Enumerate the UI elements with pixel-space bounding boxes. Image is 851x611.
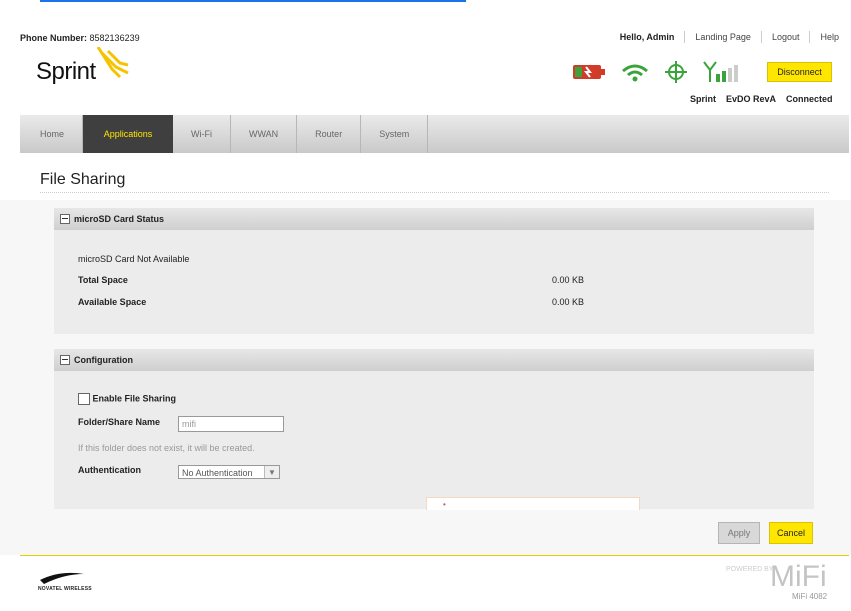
folder-help-text: If this folder does not exist, it will b… xyxy=(78,443,255,453)
greeting: Hello, Admin xyxy=(619,32,675,42)
collapse-icon[interactable] xyxy=(60,214,70,224)
title-divider xyxy=(40,192,829,193)
configuration-panel: Configuration Enable File Sharing Folder… xyxy=(54,349,814,509)
landing-page-link[interactable]: Landing Page xyxy=(684,31,761,43)
top-links: Hello, Admin Landing Page Logout Help xyxy=(610,31,849,43)
main-nav: Home Applications Wi-Fi WWAN Router Syst… xyxy=(20,115,849,153)
available-space-value: 0.00 KB xyxy=(552,297,585,307)
signal-strength-icon xyxy=(703,61,738,82)
sd-status-title: microSD Card Status xyxy=(74,214,165,224)
tab-router[interactable]: Router xyxy=(297,115,362,153)
sd-status-message: microSD Card Not Available xyxy=(78,254,190,264)
collapse-icon[interactable] xyxy=(60,355,70,365)
novatel-brand: NOVATEL WIRELESS xyxy=(38,586,92,592)
enable-file-sharing-checkbox[interactable] xyxy=(78,393,90,405)
page-title: File Sharing xyxy=(40,171,126,188)
configuration-title: Configuration xyxy=(74,355,133,365)
folder-name-input[interactable]: mifi xyxy=(178,416,284,432)
enable-file-sharing-row: Enable File Sharing xyxy=(78,393,176,405)
cancel-button[interactable]: Cancel xyxy=(769,522,813,544)
notice-box: • xyxy=(426,497,640,510)
enable-file-sharing-label: Enable File Sharing xyxy=(92,393,177,404)
logout-link[interactable]: Logout xyxy=(760,31,810,43)
total-space-label: Total Space xyxy=(78,275,128,285)
tab-system[interactable]: System xyxy=(361,115,429,153)
apply-button[interactable]: Apply xyxy=(718,522,760,544)
gps-icon xyxy=(665,61,687,83)
footer-divider xyxy=(20,555,849,556)
network-type: EvDO RevA xyxy=(726,94,777,104)
disconnect-button[interactable]: Disconnect xyxy=(767,62,832,82)
connection-state: Connected xyxy=(786,94,833,104)
total-space-value: 0.00 KB xyxy=(552,275,585,285)
help-link[interactable]: Help xyxy=(809,31,849,43)
top-accent-line xyxy=(40,0,466,2)
mifi-logo: MiFi xyxy=(770,560,827,593)
mifi-model: MiFi 4082 xyxy=(792,592,828,601)
authentication-value: No Authentication xyxy=(182,468,253,478)
authentication-select[interactable]: No Authentication ▼ xyxy=(178,465,280,479)
tab-home[interactable]: Home xyxy=(20,115,83,153)
configuration-header: Configuration xyxy=(54,349,814,371)
phone-number: Phone Number: 8582136239 xyxy=(20,33,140,43)
sd-status-header: microSD Card Status xyxy=(54,208,814,230)
chevron-down-icon: ▼ xyxy=(264,466,279,478)
sd-status-panel: microSD Card Status microSD Card Not Ava… xyxy=(54,208,814,334)
battery-icon xyxy=(573,65,605,79)
tab-applications[interactable]: Applications xyxy=(83,115,173,153)
sprint-wing-icon xyxy=(96,47,129,79)
connection-status: Sprint EvDO RevA Connected xyxy=(690,94,833,104)
carrier-name: Sprint xyxy=(690,94,716,104)
tab-wwan[interactable]: WWAN xyxy=(231,115,298,153)
notice-marker-icon: • xyxy=(443,500,446,509)
novatel-logo-icon xyxy=(40,572,84,584)
available-space-label: Available Space xyxy=(78,297,147,307)
sprint-logo: Sprint xyxy=(36,47,130,92)
authentication-label: Authentication xyxy=(78,465,141,475)
powered-by: POWERED BY xyxy=(726,566,774,573)
wifi-icon xyxy=(622,64,648,82)
status-icons xyxy=(572,60,742,84)
tab-wifi[interactable]: Wi-Fi xyxy=(173,115,231,153)
folder-name-label: Folder/Share Name xyxy=(78,417,161,427)
